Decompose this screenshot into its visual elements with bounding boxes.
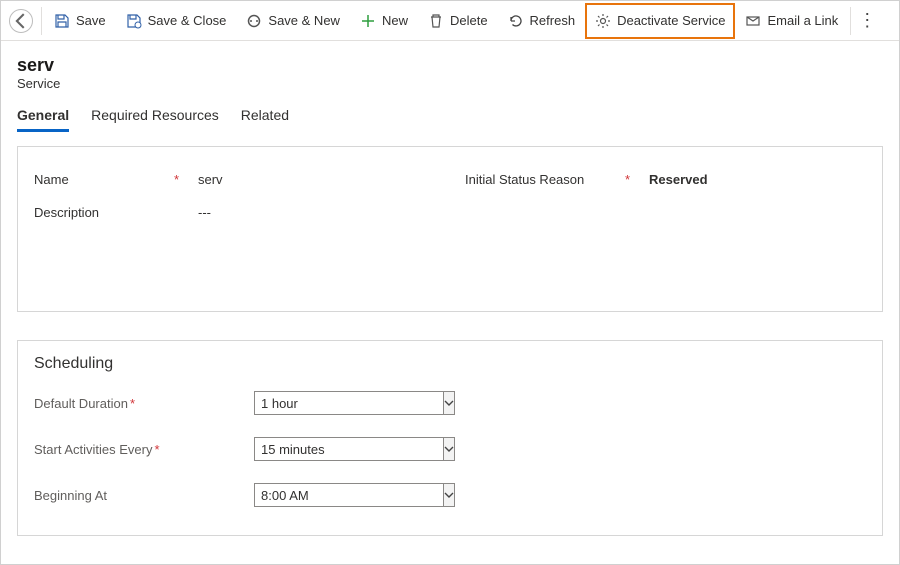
tab-related[interactable]: Related — [241, 107, 289, 132]
beginning-at-input[interactable] — [254, 483, 443, 507]
status-label: Initial Status Reason — [465, 172, 615, 187]
deactivate-service-button[interactable]: Deactivate Service — [585, 3, 735, 39]
description-label: Description — [34, 205, 164, 220]
delete-button[interactable]: Delete — [418, 3, 498, 39]
chevron-down-icon[interactable] — [443, 483, 455, 507]
name-value[interactable]: serv — [198, 172, 223, 187]
save-button[interactable]: Save — [44, 3, 116, 39]
email-link-label: Email a Link — [767, 13, 838, 28]
beginning-at-dropdown[interactable] — [254, 483, 444, 507]
save-new-icon — [246, 13, 262, 29]
beginning-at-label-text: Beginning At — [34, 488, 107, 503]
delete-label: Delete — [450, 13, 488, 28]
save-close-icon — [126, 13, 142, 29]
refresh-label: Refresh — [530, 13, 576, 28]
plus-icon — [360, 13, 376, 29]
default-duration-row: Default Duration * — [34, 391, 866, 415]
scheduling-section: Scheduling Default Duration * Start Acti… — [17, 340, 883, 536]
required-mark: * — [174, 172, 188, 187]
trash-icon — [428, 13, 444, 29]
vertical-dots-icon: ⋮ — [858, 10, 876, 31]
start-activities-row: Start Activities Every * — [34, 437, 866, 461]
required-mark: * — [154, 442, 159, 457]
status-value[interactable]: Reserved — [649, 172, 708, 187]
back-button[interactable] — [9, 9, 33, 33]
required-mark: * — [130, 396, 135, 411]
beginning-at-row: Beginning At — [34, 483, 866, 507]
gear-icon — [595, 13, 611, 29]
new-label: New — [382, 13, 408, 28]
default-duration-input[interactable] — [254, 391, 443, 415]
page-title: serv — [17, 55, 883, 76]
save-new-label: Save & New — [268, 13, 340, 28]
page-header: serv Service — [1, 41, 899, 97]
save-label: Save — [76, 13, 106, 28]
command-bar: Save Save & Close Save & New New Delete … — [1, 1, 899, 41]
entity-type: Service — [17, 76, 883, 91]
email-link-button[interactable]: Email a Link — [735, 3, 848, 39]
name-label: Name — [34, 172, 164, 187]
default-duration-label: Default Duration * — [34, 396, 254, 411]
save-icon — [54, 13, 70, 29]
refresh-button[interactable]: Refresh — [498, 3, 586, 39]
chevron-down-icon[interactable] — [443, 437, 455, 461]
name-field-row: Name * serv — [34, 161, 435, 197]
scheduling-title: Scheduling — [34, 355, 866, 373]
start-activities-label: Start Activities Every * — [34, 442, 254, 457]
chevron-left-icon — [10, 10, 32, 32]
start-activities-label-text: Start Activities Every — [34, 442, 152, 457]
required-mark: * — [625, 172, 639, 187]
beginning-at-label: Beginning At — [34, 488, 254, 503]
default-duration-dropdown[interactable] — [254, 391, 444, 415]
tab-general[interactable]: General — [17, 107, 69, 132]
tabs: General Required Resources Related — [1, 97, 899, 132]
refresh-icon — [508, 13, 524, 29]
status-field-row: Initial Status Reason * Reserved — [465, 161, 866, 197]
start-activities-input[interactable] — [254, 437, 443, 461]
divider — [850, 7, 851, 35]
save-new-button[interactable]: Save & New — [236, 3, 350, 39]
mail-icon — [745, 13, 761, 29]
default-duration-label-text: Default Duration — [34, 396, 128, 411]
tab-required-resources[interactable]: Required Resources — [91, 107, 219, 132]
description-field-row: Description --- — [34, 197, 866, 297]
general-section: Name * serv Initial Status Reason * Rese… — [17, 146, 883, 312]
chevron-down-icon[interactable] — [443, 391, 455, 415]
deactivate-label: Deactivate Service — [617, 13, 725, 28]
more-commands-button[interactable]: ⋮ — [853, 10, 881, 31]
new-button[interactable]: New — [350, 3, 418, 39]
save-close-label: Save & Close — [148, 13, 227, 28]
divider — [41, 7, 42, 35]
description-value[interactable]: --- — [198, 205, 211, 220]
start-activities-dropdown[interactable] — [254, 437, 444, 461]
save-close-button[interactable]: Save & Close — [116, 3, 237, 39]
